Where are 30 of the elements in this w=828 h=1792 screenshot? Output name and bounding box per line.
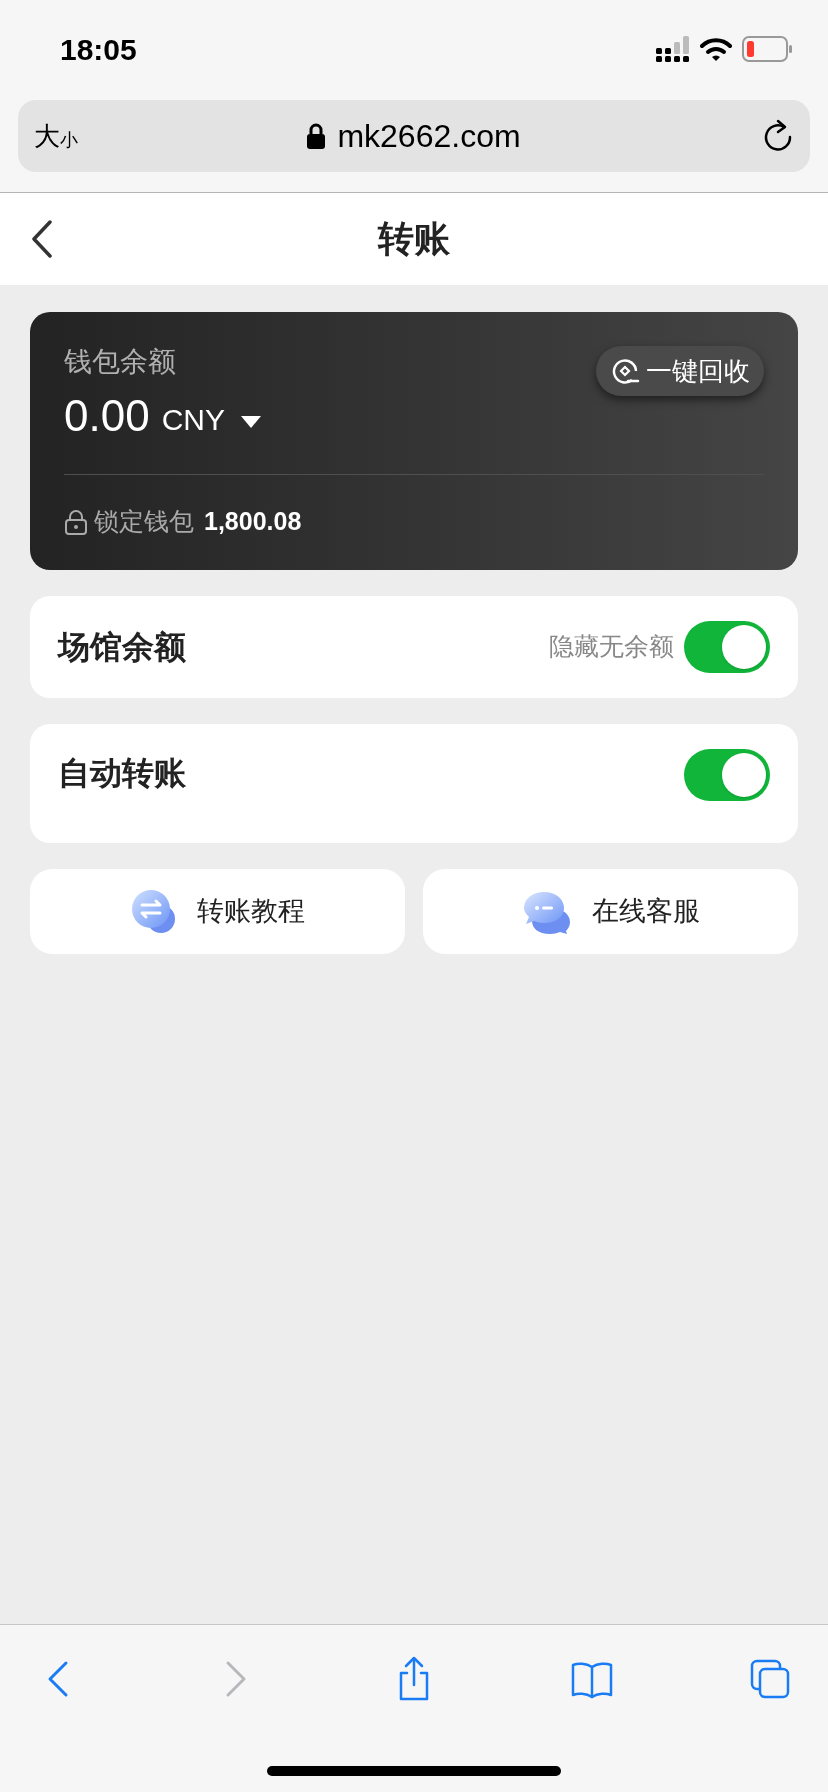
setting-hint: 隐藏无余额 (549, 631, 674, 663)
toggle-switch[interactable] (684, 749, 770, 801)
dropdown-icon[interactable] (241, 416, 261, 428)
setting-label: 场馆余额 (58, 628, 186, 667)
toggle-switch[interactable] (684, 621, 770, 673)
locked-wallet-label: 锁定钱包 (94, 506, 194, 537)
status-time: 18:05 (60, 31, 137, 68)
action-button[interactable]: 在线客服 (423, 869, 798, 954)
currency-selector[interactable]: CNY (161, 400, 225, 440)
action-button[interactable]: 转账教程 (30, 869, 405, 954)
address-bar[interactable]: 大小 mk2662.com (18, 100, 810, 172)
setting-label: 自动转账 (58, 754, 186, 793)
chat-bubble-icon (521, 889, 572, 934)
recall-button[interactable]: 一键回收 (596, 346, 764, 396)
text-size-large[interactable]: 大 (34, 123, 60, 149)
lock-icon (64, 508, 88, 535)
locked-amount: 1,800.08 (204, 506, 302, 537)
recall-icon (610, 356, 640, 386)
back-icon[interactable] (30, 219, 54, 259)
reload-icon[interactable] (762, 119, 794, 153)
text-size-small[interactable]: 小 (60, 131, 78, 149)
url-text: mk2662.com (337, 117, 521, 156)
page-title: 转账 (378, 217, 450, 261)
lock-icon (307, 123, 326, 149)
wifi-icon (700, 37, 732, 61)
signal-icon (656, 36, 690, 62)
wallet-amount: 0.00 (64, 392, 150, 440)
battery-icon (742, 36, 792, 62)
wallet-label: 钱包余额 (64, 345, 177, 379)
transfer-arrows-icon (130, 888, 177, 935)
